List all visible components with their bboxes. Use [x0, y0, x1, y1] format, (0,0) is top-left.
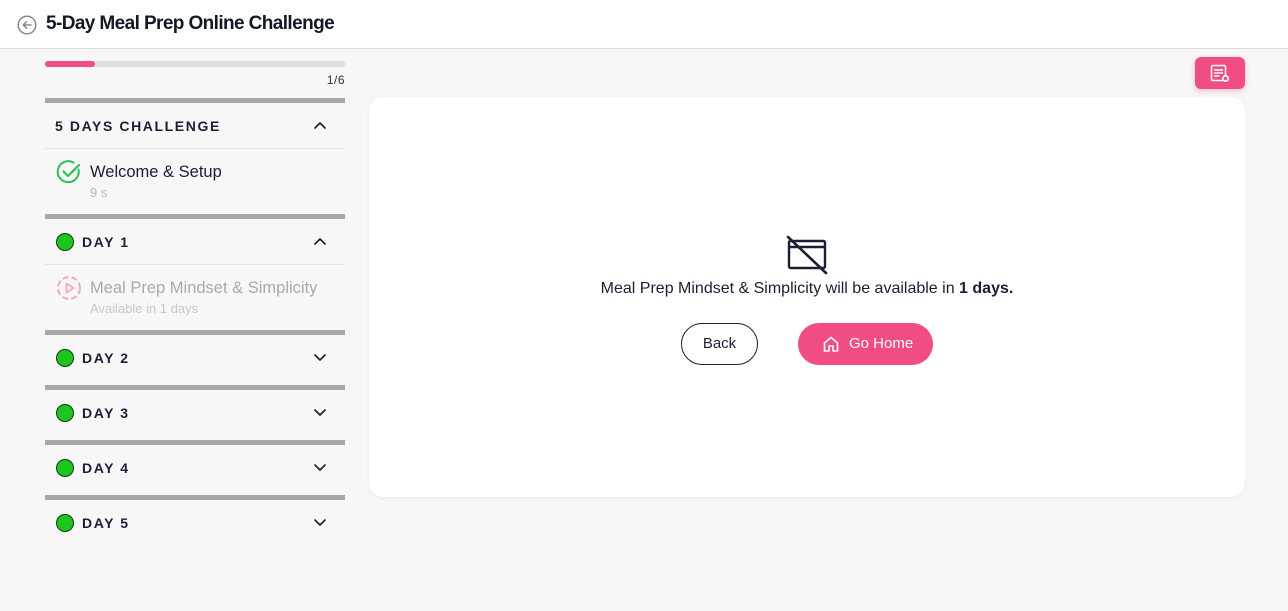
progress-count: 1/6	[326, 73, 345, 87]
lesson-title: Welcome & Setup	[90, 163, 222, 181]
chevron-up-icon[interactable]	[313, 236, 327, 246]
section-title: DAY 5	[82, 515, 130, 531]
section-day-2: DAY 2	[45, 330, 345, 380]
back-arrow-icon[interactable]	[17, 15, 37, 35]
availability-message: Meal Prep Mindset & Simplicity will be a…	[369, 280, 1245, 298]
lesson-title: Meal Prep Mindset & Simplicity	[90, 279, 318, 297]
availability-days: 1 days.	[959, 280, 1014, 297]
section-header[interactable]: DAY 3	[45, 390, 345, 435]
go-home-button[interactable]: Go Home	[798, 323, 933, 365]
check-circle-icon	[56, 160, 81, 184]
section-day-1: DAY 1 Meal Prep Mindset & Simplicity Ava…	[45, 214, 345, 329]
section-header[interactable]: 5 DAYS CHALLENGE	[45, 103, 345, 149]
locked-play-icon	[57, 276, 81, 300]
chevron-down-icon[interactable]	[313, 407, 327, 417]
section-header[interactable]: DAY 5	[45, 500, 345, 545]
section-header[interactable]: DAY 1	[45, 219, 345, 265]
chevron-down-icon[interactable]	[313, 517, 327, 527]
app-header: 5-Day Meal Prep Online Challenge	[0, 0, 1288, 49]
section-5-days-challenge: 5 DAYS CHALLENGE Welcome & Setup 9 s	[45, 98, 345, 213]
section-title: 5 DAYS CHALLENGE	[55, 118, 221, 134]
chevron-up-icon[interactable]	[313, 120, 327, 130]
page-title: 5-Day Meal Prep Online Challenge	[46, 13, 335, 34]
section-day-3: DAY 3	[45, 385, 345, 435]
notes-icon	[1210, 64, 1229, 82]
progress-fill	[45, 61, 95, 67]
status-dot	[56, 404, 74, 422]
chevron-down-icon[interactable]	[313, 462, 327, 472]
section-title: DAY 1	[82, 234, 130, 250]
status-dot	[56, 459, 74, 477]
status-dot	[56, 514, 74, 532]
section-title: DAY 2	[82, 350, 130, 366]
lesson-item-meal-prep-mindset[interactable]: Meal Prep Mindset & Simplicity Available…	[45, 265, 345, 329]
back-button[interactable]: Back	[681, 323, 758, 365]
section-header[interactable]: DAY 2	[45, 335, 345, 380]
section-day-5: DAY 5	[45, 495, 345, 545]
lesson-duration: 9 s	[90, 185, 108, 200]
home-icon	[823, 336, 839, 352]
course-progress-bar	[45, 61, 345, 67]
section-title: DAY 3	[82, 405, 130, 421]
section-header[interactable]: DAY 4	[45, 445, 345, 490]
availability-message-text: Meal Prep Mindset & Simplicity will be a…	[600, 280, 955, 297]
go-home-label: Go Home	[849, 335, 914, 352]
notes-button[interactable]	[1195, 57, 1245, 89]
lesson-content-card: Meal Prep Mindset & Simplicity will be a…	[369, 97, 1245, 497]
chevron-down-icon[interactable]	[313, 352, 327, 362]
section-day-4: DAY 4	[45, 440, 345, 490]
status-dot	[56, 233, 74, 251]
lesson-availability: Available in 1 days	[90, 301, 199, 316]
unavailable-screen-icon	[786, 235, 828, 275]
section-title: DAY 4	[82, 460, 130, 476]
lesson-item-welcome-setup[interactable]: Welcome & Setup 9 s	[45, 149, 345, 213]
status-dot	[56, 349, 74, 367]
